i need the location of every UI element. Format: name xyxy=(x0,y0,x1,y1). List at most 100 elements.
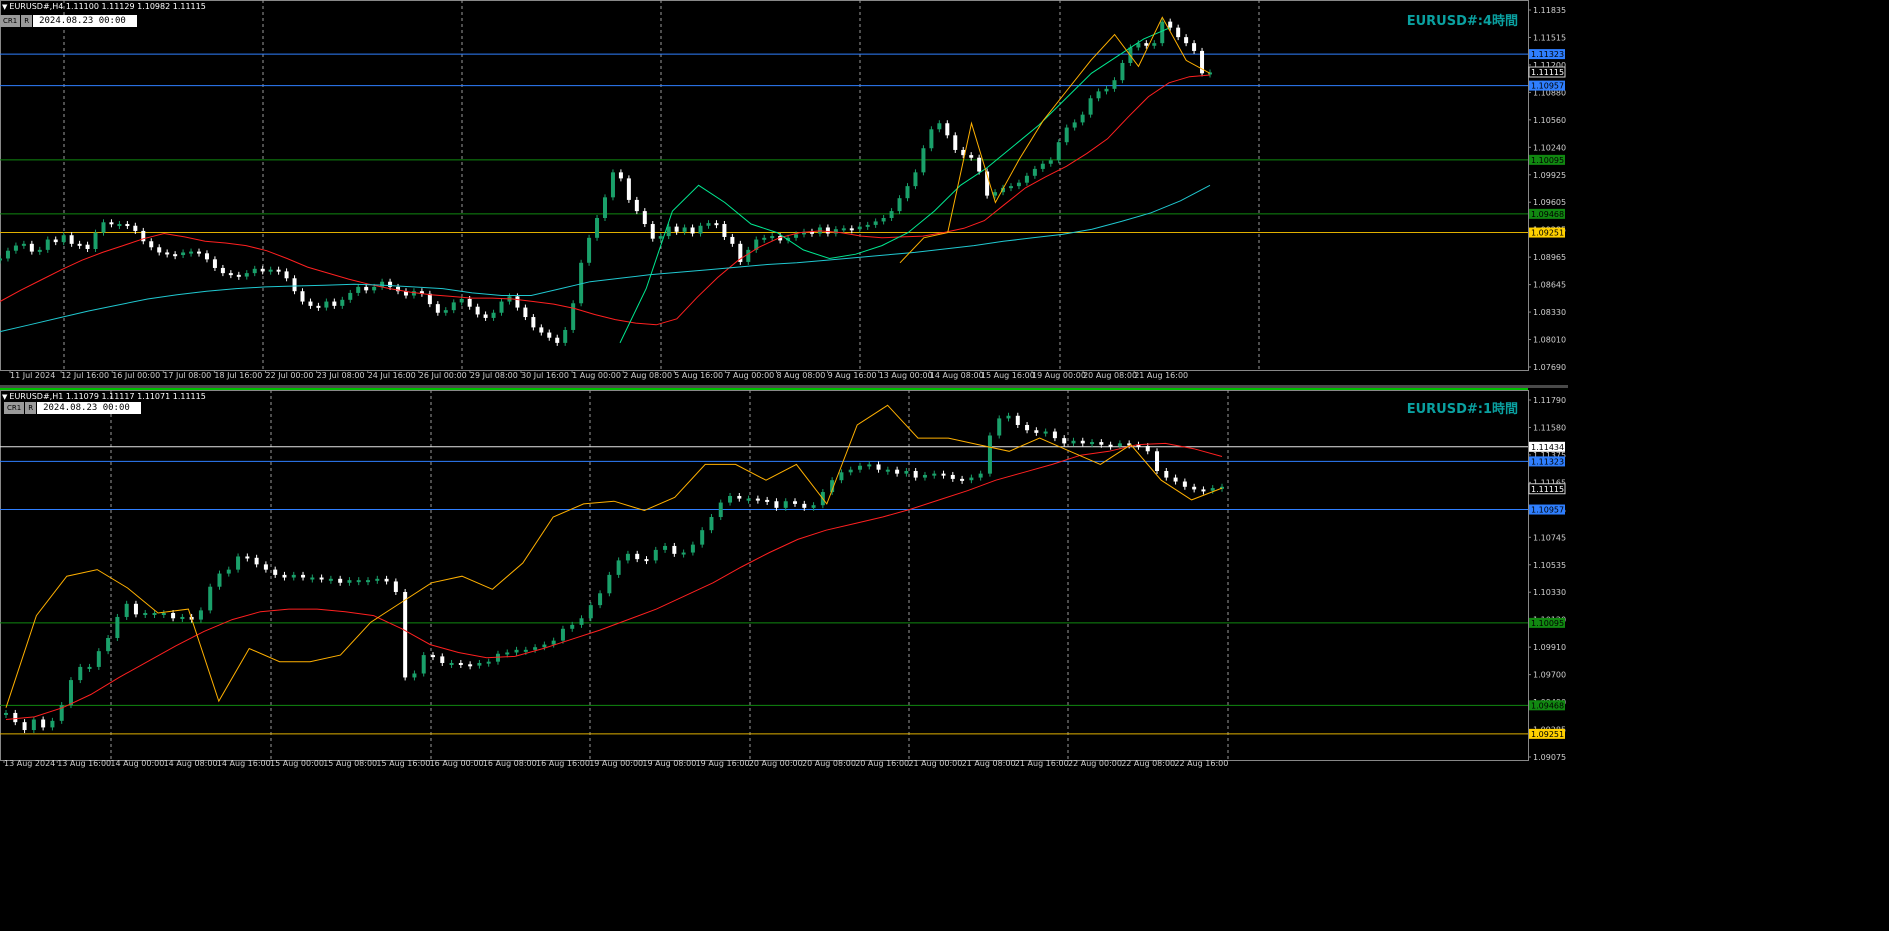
candle-body xyxy=(449,662,454,665)
candle-body xyxy=(13,712,18,723)
candle-body xyxy=(1048,160,1053,164)
candle-body xyxy=(109,222,114,225)
candle-body xyxy=(1040,163,1045,169)
x-tick-label: 15 Aug 16:00 xyxy=(376,759,430,768)
candle-body xyxy=(681,552,686,555)
candle-body xyxy=(833,229,838,234)
candle-body xyxy=(1168,21,1173,28)
x-tick-label: 13 Aug 2024 xyxy=(4,759,55,768)
candle-body xyxy=(1032,168,1037,176)
cr1-button[interactable]: CR1 xyxy=(4,402,25,414)
candle-body xyxy=(1006,415,1011,419)
candle-body xyxy=(616,560,621,575)
candle-body xyxy=(1112,80,1117,89)
candle-body xyxy=(542,644,547,648)
x-tick-label: 15 Aug 16:00 xyxy=(981,371,1035,380)
candle-body xyxy=(913,172,918,187)
candle-body xyxy=(220,267,225,274)
candle-body xyxy=(77,243,82,246)
x-tick-label: 16 Jul 00:00 xyxy=(112,371,160,380)
h4-chart-pane[interactable]: 1.11835 1.11515 1.11200 1.10880 1.10560 1.102… xyxy=(0,0,1568,385)
x-tick-label: 20 Aug 00:00 xyxy=(749,759,803,768)
candle-body xyxy=(208,586,213,611)
h1-price-chart[interactable]: 1.117901.115801.113751.111651.109551.107… xyxy=(0,390,1568,773)
h4-chart-header: ▼ EURUSD#,H4 1.11100 1.11129 1.10982 1.11… xyxy=(2,2,206,11)
candle-body xyxy=(5,250,10,259)
candle-body xyxy=(811,505,816,508)
h1-chart-pane[interactable]: 1.117901.115801.113751.111651.109551.107… xyxy=(0,390,1568,773)
collapse-triangle-icon[interactable]: ▼ xyxy=(2,393,7,401)
candle-body xyxy=(1008,186,1013,189)
candle-body xyxy=(443,310,448,313)
candle-body xyxy=(486,661,491,664)
x-tick-label: 8 Aug 08:00 xyxy=(777,371,826,380)
candle-body xyxy=(1117,443,1122,447)
x-tick-label: 23 Jul 08:00 xyxy=(317,371,365,380)
candle-body xyxy=(41,719,46,728)
h4-date-toolbar: CR1 R 2024.08.23 00:00 xyxy=(0,15,138,27)
candle-body xyxy=(913,471,918,478)
candle-body xyxy=(347,580,352,583)
candle-body xyxy=(308,301,313,306)
y-tick-label: 1.10560 xyxy=(1533,116,1566,125)
x-tick-label: 14 Aug 08:00 xyxy=(930,371,984,380)
date-input[interactable]: 2024.08.23 00:00 xyxy=(33,15,138,27)
candle-body xyxy=(499,301,504,313)
candle-body xyxy=(161,613,166,616)
candle-body xyxy=(31,719,36,731)
candle-body xyxy=(1025,424,1030,431)
candle-body xyxy=(1090,442,1095,445)
candle-body xyxy=(650,224,655,239)
candle-body xyxy=(1120,62,1125,81)
y-tick-label: 1.10330 xyxy=(1533,588,1566,597)
h4-price-chart[interactable]: 1.118351.115151.112001.108801.105601.102… xyxy=(0,0,1568,385)
candle-body xyxy=(1024,175,1029,183)
candle-body xyxy=(770,236,775,239)
candle-body xyxy=(180,616,185,619)
date-input[interactable]: 2024.08.23 00:00 xyxy=(37,402,142,414)
candle-body xyxy=(273,569,278,575)
candle-body xyxy=(755,498,760,501)
candle-body xyxy=(793,501,798,504)
x-tick-label: 11 Jul 2024 xyxy=(10,371,55,380)
candle-body xyxy=(531,317,536,328)
candle-body xyxy=(953,135,958,150)
x-tick-label: 7 Aug 00:00 xyxy=(725,371,774,380)
candle-body xyxy=(514,649,519,653)
y-tick-label: 1.11580 xyxy=(1533,423,1566,432)
h4-symbol-label: EURUSD#:4時間 xyxy=(1406,14,1518,29)
candle-body xyxy=(839,472,844,481)
r-button[interactable]: R xyxy=(21,15,33,27)
x-tick-label: 21 Aug 00:00 xyxy=(908,759,962,768)
candle-body xyxy=(403,591,408,678)
y-tick-label: 1.09075 xyxy=(1533,753,1566,762)
candle-body xyxy=(523,649,528,652)
collapse-triangle-icon[interactable]: ▼ xyxy=(2,3,7,11)
candle-body xyxy=(324,301,329,308)
candle-body xyxy=(682,227,687,232)
candle-body xyxy=(364,286,369,291)
x-tick-label: 22 Aug 00:00 xyxy=(1068,759,1122,768)
x-tick-label: 24 Jul 16:00 xyxy=(368,371,416,380)
candle-body xyxy=(579,618,584,625)
candle-body xyxy=(1062,438,1067,444)
candle-body xyxy=(101,222,106,233)
candle-body xyxy=(978,473,983,478)
r-button[interactable]: R xyxy=(25,402,37,414)
candle-body xyxy=(941,473,946,476)
candle-body xyxy=(115,616,120,638)
cr1-button[interactable]: CR1 xyxy=(0,15,21,27)
candle-body xyxy=(491,312,496,318)
candle-body xyxy=(245,556,250,559)
candle-body xyxy=(587,237,592,263)
candle-body xyxy=(143,613,148,616)
candle-body xyxy=(625,553,630,561)
candle-body xyxy=(1043,431,1048,434)
candle-body xyxy=(340,299,345,306)
candle-body xyxy=(430,655,435,658)
candle-body xyxy=(254,557,259,565)
candle-body xyxy=(0,258,2,261)
candle-body xyxy=(1184,37,1189,44)
y-tick-label: 1.10240 xyxy=(1533,143,1566,152)
candle-body xyxy=(93,232,98,250)
